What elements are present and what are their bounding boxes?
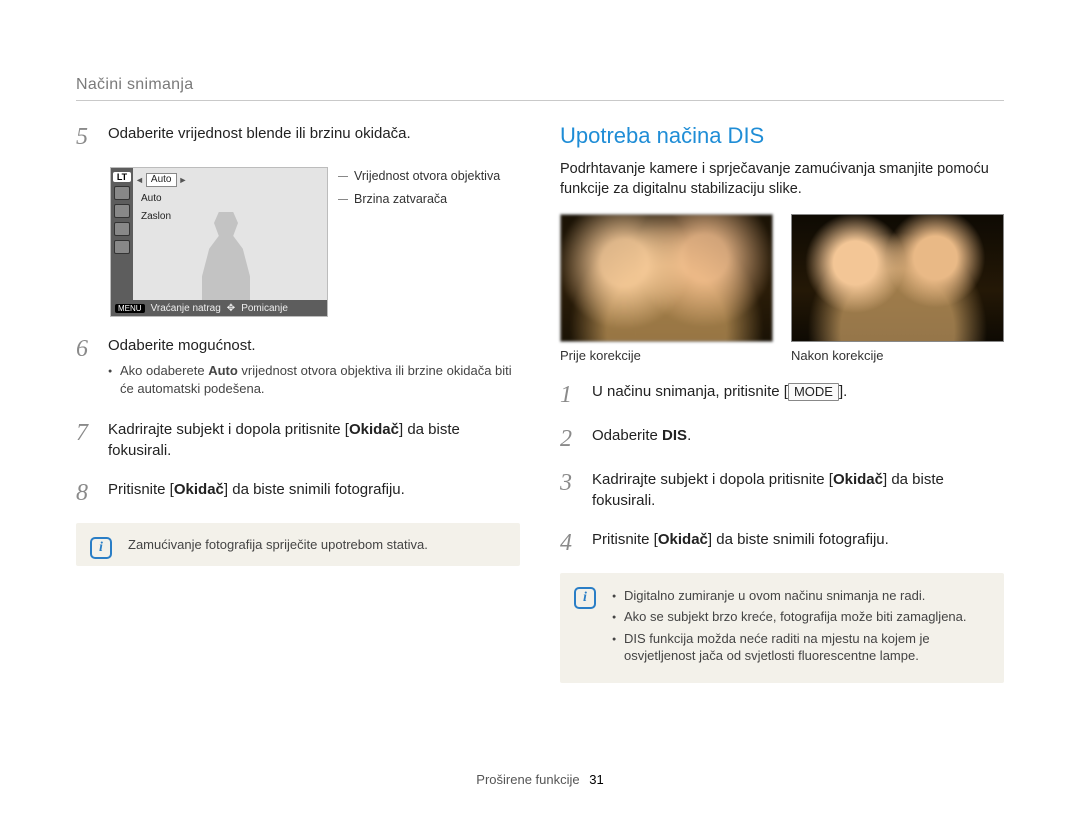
info-list: Digitalno zumiranje u ovom načinu sniman… [612,587,986,665]
before-after-photos: Prije korekcije Nakon korekcije [560,214,1004,363]
right-column: Upotreba načina DIS Podrhtavanje kamere … [560,123,1004,683]
lcd-icon [114,240,130,254]
page-footer: Proširene funkcije 31 [0,772,1080,787]
step-number: 8 [76,479,96,505]
lcd-move-label: Pomicanje [241,303,288,314]
lcd-row-aperture: ◄ Auto ► [135,172,187,188]
note-icon: i [90,537,112,559]
step-3: 3 Kadrirajte subjekt i dopola pritisnite… [560,469,1004,511]
info-box: i Digitalno zumiranje u ovom načinu snim… [560,573,1004,683]
menu-badge: MENU [115,304,145,313]
step-4: 4 Pritisnite [Okidač] da biste snimili f… [560,529,1004,555]
person-silhouette-icon [196,212,256,304]
right-arrow-icon: ► [179,175,188,185]
step-text: Odaberite mogućnost. Ako odaberete Auto … [108,335,520,401]
step-number: 4 [560,529,580,555]
lcd-sidebar: LT [111,168,133,316]
section-intro: Podrhtavanje kamere i sprječavanje zamuć… [560,159,1004,200]
step-6: 6 Odaberite mogućnost. Ako odaberete Aut… [76,335,520,401]
lcd-value: Auto [146,173,177,187]
annotation-aperture: Vrijednost otvora objektiva [342,167,500,186]
lcd-row-shutter: Auto [135,190,162,206]
section-heading: Upotreba načina DIS [560,123,1004,149]
info-bullet: Ako se subjekt brzo kreće, fotograﬁja mo… [612,608,986,626]
note-icon: i [574,587,596,609]
annotation-shutter: Brzina zatvarača [342,190,500,209]
lcd-icon [114,204,130,218]
step-1: 1 U načinu snimanja, pritisnite [MODE]. [560,381,1004,407]
step-number: 2 [560,425,580,451]
caption-after: Nakon korekcije [791,348,1004,363]
lcd-icon [114,222,130,236]
step-text: Pritisnite [Okidač] da biste snimili fot… [592,529,1004,555]
left-arrow-icon: ◄ [135,175,144,185]
photo-after [791,214,1004,342]
info-bullet: Digitalno zumiranje u ovom načinu sniman… [612,587,986,605]
step-number: 3 [560,469,580,511]
mode-key: MODE [788,383,839,402]
step-number: 1 [560,381,580,407]
step-8: 8 Pritisnite [Okidač] da biste snimili f… [76,479,520,505]
lcd-lt-badge: LT [113,172,131,182]
step-text: Odaberite DIS. [592,425,1004,451]
info-bullet: DIS funkcija možda neće raditi na mjestu… [612,630,986,665]
step-text: Pritisnite [Okidač] da biste snimili fot… [108,479,520,505]
step-text: Kadrirajte subjekt i dopola pritisnite [… [108,419,520,461]
step-6-bullet: Ako odaberete Auto vrijednost otvora obj… [108,362,520,397]
step-2: 2 Odaberite DIS. [560,425,1004,451]
lcd-illustration: LT ◄ Auto ► Auto Zaslon [110,167,520,317]
footer-label: Proširene funkcije [476,772,579,787]
step-number: 6 [76,335,96,401]
breadcrumb: Načini snimanja [76,76,1004,101]
step-number: 7 [76,419,96,461]
step-text: U načinu snimanja, pritisnite [MODE]. [592,381,1004,407]
step-7: 7 Kadrirajte subjekt i dopola pritisnite… [76,419,520,461]
lcd-annotations: Vrijednost otvora objektiva Brzina zatva… [342,167,500,209]
caption-before: Prije korekcije [560,348,773,363]
step-text: Kadrirajte subjekt i dopola pritisnite [… [592,469,1004,511]
lcd-screen: LT ◄ Auto ► Auto Zaslon [110,167,328,317]
step-text: Odaberite vrijednost blende ili brzinu o… [108,123,520,149]
dpad-icon: ✥ [227,303,235,314]
lcd-value: Auto [141,193,162,204]
info-text: Zamućivanje fotograﬁja spriječite upotre… [128,537,428,552]
info-box: i Zamućivanje fotograﬁja spriječite upot… [76,523,520,566]
lcd-row-screen: Zaslon [135,208,171,224]
left-column: 5 Odaberite vrijednost blende ili brzinu… [76,123,520,683]
lcd-back-label: Vraćanje natrag [151,303,221,314]
lcd-footer: MENU Vraćanje natrag ✥ Pomicanje [111,300,327,316]
step-number: 5 [76,123,96,149]
lcd-icon [114,186,130,200]
lcd-value: Zaslon [141,211,171,222]
page-number: 31 [589,772,603,787]
photo-before [560,214,773,342]
step-5: 5 Odaberite vrijednost blende ili brzinu… [76,123,520,149]
